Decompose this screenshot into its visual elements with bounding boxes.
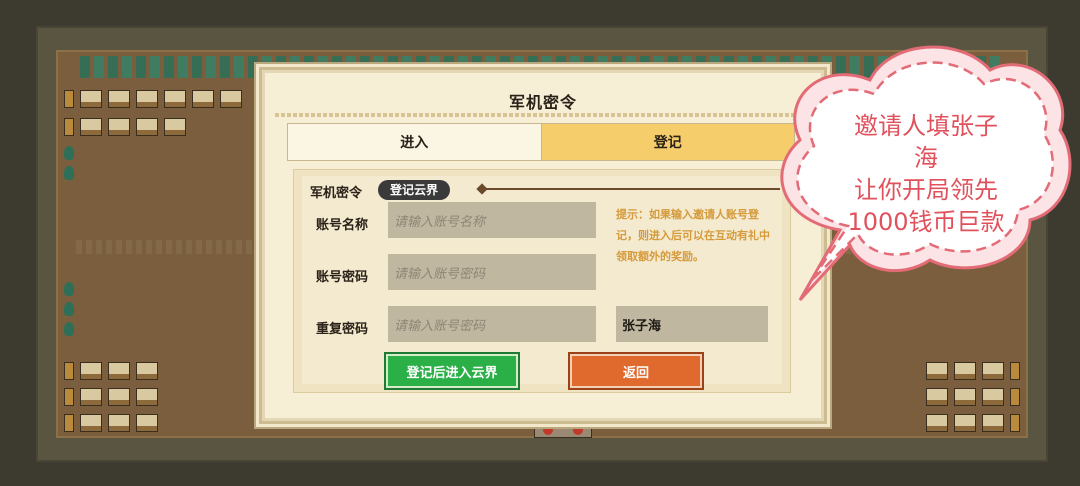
promo-line: 海 — [914, 144, 938, 172]
register-panel: 军机密令 登记云界 账号名称 请输入账号名称 账号密码 请输入账号密码 重复密码… — [293, 169, 791, 393]
account-name-label: 账号名称 — [316, 218, 369, 233]
house-row — [64, 414, 158, 432]
promo-line: 邀请人填张子 — [854, 112, 998, 140]
tab-register[interactable]: 登记 — [541, 124, 794, 160]
house-row — [926, 388, 1020, 406]
inviter-input[interactable]: 张子海 — [616, 306, 768, 342]
register-dialog: 军机密令 进入 登记 军机密令 登记云界 账号名称 请输入账号名称 账号密码 请… — [262, 70, 824, 421]
decorative-border — [275, 113, 811, 117]
dialog-title: 军机密令 — [508, 93, 577, 112]
bush-column — [64, 146, 74, 180]
inviter-hint-text: 提示：如果输入邀请人账号登记，则进入后可以在互动有礼中领取额外的奖励。 — [616, 208, 770, 263]
house-row — [64, 90, 242, 108]
house-row — [926, 414, 1020, 432]
account-password-input[interactable]: 请输入账号密码 — [388, 254, 596, 290]
register-enter-button[interactable]: 登记后进入云界 — [386, 354, 518, 388]
house-row — [64, 388, 158, 406]
tab-enter[interactable]: 进入 — [288, 124, 542, 160]
repeat-password-input[interactable]: 请输入账号密码 — [388, 306, 596, 342]
bush-column — [64, 282, 74, 336]
house-row — [926, 362, 1020, 380]
account-password-label: 账号密码 — [316, 270, 369, 285]
register-panel-inner: 军机密令 登记云界 账号名称 请输入账号名称 账号密码 请输入账号密码 重复密码… — [302, 176, 782, 388]
promo-line: 1000钱币巨款 — [847, 208, 1005, 236]
promo-text: 邀请人填张子 海 让你开局领先 1000钱币巨款 — [810, 110, 1042, 238]
house-row — [64, 362, 158, 380]
section-divider — [486, 188, 780, 190]
section-label: 军机密令 — [310, 186, 363, 201]
account-name-input[interactable]: 请输入账号名称 — [388, 202, 596, 238]
house-row — [64, 118, 186, 136]
back-button[interactable]: 返回 — [570, 354, 702, 388]
repeat-password-label: 重复密码 — [316, 322, 369, 337]
section-badge: 登记云界 — [378, 180, 451, 200]
promo-line: 让你开局领先 — [854, 176, 998, 204]
tab-bar: 进入 登记 — [287, 123, 795, 161]
